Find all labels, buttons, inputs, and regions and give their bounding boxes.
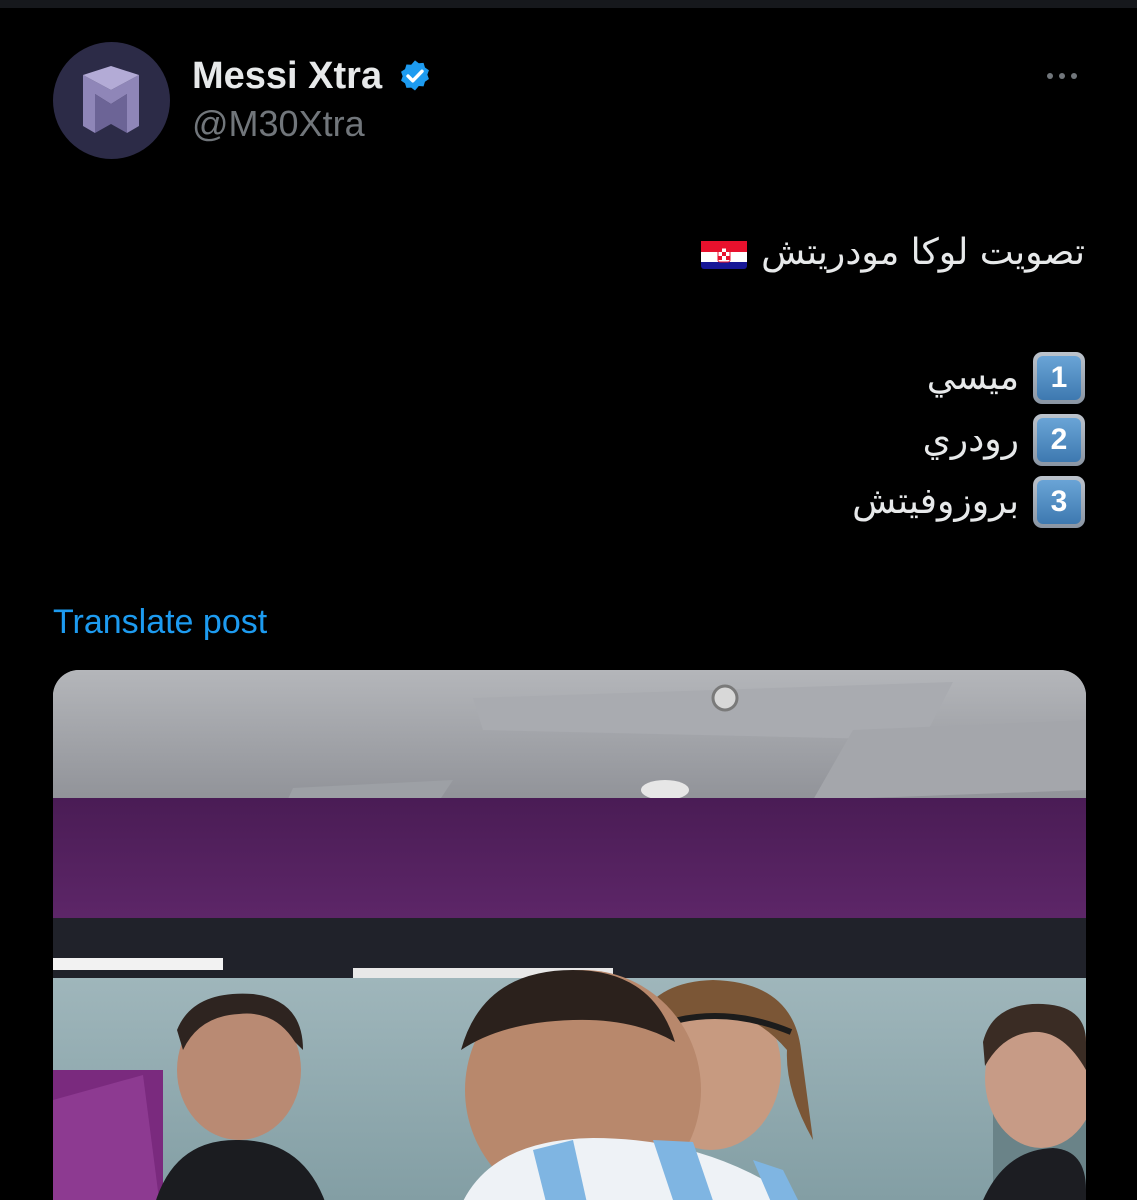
author-handle[interactable]: @M30Xtra (192, 102, 365, 146)
post-title-text: تصويت لوكا مودريتش (761, 232, 1085, 273)
author-display-name[interactable]: Messi Xtra (192, 52, 382, 100)
poll-option-text: بروزوفيتش (852, 481, 1019, 522)
author-avatar[interactable] (53, 42, 170, 159)
post-media-photo[interactable] (53, 670, 1086, 1200)
poll-option-text: ميسي (926, 357, 1019, 398)
keycap-number: 2 (1037, 418, 1081, 462)
keycap-1-icon: 1 (1033, 352, 1085, 404)
croatia-flag-icon (701, 237, 748, 269)
poll-option-3: 3 بروزوفيتش (852, 476, 1085, 528)
keycap-number: 1 (1037, 356, 1081, 400)
keycap-number: 3 (1037, 480, 1081, 524)
photo-illustration (53, 670, 1086, 1200)
translate-post-link[interactable]: Translate post (53, 600, 267, 644)
keycap-3-icon: 3 (1033, 476, 1085, 528)
top-divider (0, 0, 1137, 8)
m-logo-icon (83, 66, 139, 133)
poll-option-2: 2 رودري (923, 414, 1085, 466)
poll-option-text: رودري (922, 419, 1019, 460)
more-options-button[interactable] (1038, 60, 1086, 92)
more-dot (1071, 73, 1077, 79)
keycap-2-icon: 2 (1033, 414, 1085, 466)
more-dot (1059, 73, 1065, 79)
verified-badge-icon (401, 60, 429, 91)
poll-option-1: 1 ميسي (927, 352, 1085, 404)
more-horizontal-icon (1047, 73, 1053, 79)
post-title-line: تصويت لوكا مودريتش (701, 228, 1085, 278)
